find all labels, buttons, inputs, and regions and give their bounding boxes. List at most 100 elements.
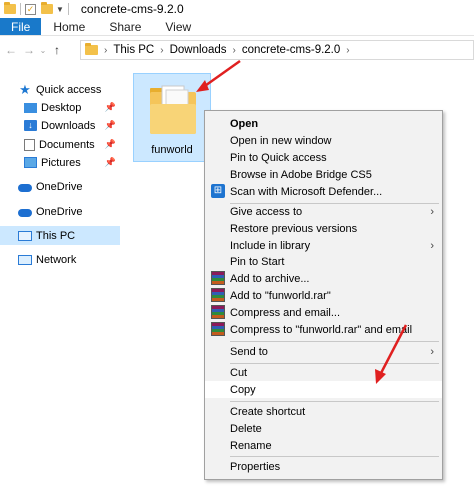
star-icon: ★ — [19, 81, 31, 97]
menu-separator — [230, 456, 439, 457]
menu-item-give-access[interactable]: Give access to › — [205, 203, 442, 220]
desktop-icon — [24, 102, 37, 113]
properties-icon[interactable]: ✓ — [25, 3, 36, 15]
pictures-icon — [24, 157, 37, 168]
chevron-right-icon: › — [430, 345, 434, 358]
menu-item-pin-start[interactable]: Pin to Start — [205, 253, 442, 270]
chevron-right-icon[interactable]: › — [233, 45, 236, 56]
folder-icon — [4, 2, 16, 14]
menu-separator — [230, 341, 439, 342]
folder-item[interactable]: funworld — [133, 73, 211, 162]
tab-view[interactable]: View — [153, 18, 203, 35]
nav-label: Network — [36, 253, 77, 266]
menu-item-add-rar[interactable]: Add to "funworld.rar" — [205, 287, 442, 304]
breadcrumb-downloads[interactable]: Downloads — [170, 44, 227, 56]
nav-onedrive-2[interactable]: OneDrive — [0, 202, 120, 221]
folder-icon — [150, 85, 196, 134]
back-arrow-icon[interactable]: ← — [2, 43, 20, 57]
tab-home[interactable]: Home — [41, 18, 97, 35]
menu-item-restore-versions[interactable]: Restore previous versions — [205, 220, 442, 237]
nav-onedrive-1[interactable]: OneDrive — [0, 177, 120, 196]
menu-item-add-archive[interactable]: Add to archive... — [205, 270, 442, 287]
menu-item-create-shortcut[interactable]: Create shortcut — [205, 403, 442, 420]
menu-label: Compress and email... — [230, 306, 341, 319]
menu-separator — [230, 401, 439, 402]
menu-item-compress-rar-email[interactable]: Compress to "funworld.rar" and email — [205, 321, 442, 338]
nav-label: Desktop — [41, 101, 82, 114]
menu-item-send-to[interactable]: Send to › — [205, 343, 442, 360]
breadcrumb-current-folder[interactable]: concrete-cms-9.2.0 — [242, 44, 340, 56]
winrar-icon — [211, 305, 225, 319]
menu-label: Send to — [230, 345, 268, 358]
divider — [67, 3, 69, 15]
menu-item-pin-quick-access[interactable]: Pin to Quick access — [205, 149, 442, 166]
folder-icon — [85, 43, 98, 55]
ribbon-tabs: File Home Share View — [0, 18, 474, 36]
cloud-icon — [18, 183, 32, 192]
document-icon — [24, 138, 35, 151]
winrar-icon — [211, 322, 225, 336]
nav-downloads[interactable]: ↓ Downloads 📌 — [0, 116, 120, 135]
menu-item-browse-bridge[interactable]: Browse in Adobe Bridge CS5 — [205, 166, 442, 183]
chevron-right-icon: › — [430, 205, 434, 218]
nav-label: OneDrive — [36, 205, 83, 218]
network-icon — [18, 254, 32, 265]
pin-icon[interactable]: 📌 — [105, 102, 116, 113]
breadcrumb-this-pc[interactable]: This PC — [113, 44, 154, 56]
menu-item-open[interactable]: Open — [205, 115, 442, 132]
winrar-icon — [211, 288, 225, 302]
new-folder-icon[interactable] — [41, 2, 53, 14]
pin-icon[interactable]: 📌 — [105, 157, 116, 168]
menu-item-open-new-window[interactable]: Open in new window — [205, 132, 442, 149]
nav-quick-access[interactable]: ★ Quick access — [0, 80, 120, 99]
menu-item-copy[interactable]: Copy — [205, 381, 442, 398]
navigation-pane: ★ Quick access Desktop 📌 ↓ Downloads 📌 D… — [0, 76, 120, 496]
menu-label: Add to archive... — [230, 272, 310, 285]
menu-item-delete[interactable]: Delete — [205, 420, 442, 437]
chevron-down-icon[interactable]: ⌄ — [38, 46, 48, 55]
menu-item-cut[interactable]: Cut — [205, 364, 442, 381]
cloud-icon — [18, 208, 32, 217]
winrar-icon — [211, 271, 225, 285]
nav-label: Pictures — [41, 156, 81, 169]
nav-label: Documents — [39, 138, 95, 151]
nav-this-pc[interactable]: This PC — [0, 226, 120, 245]
menu-label: Scan with Microsoft Defender... — [230, 185, 383, 198]
nav-network[interactable]: Network — [0, 250, 120, 269]
menu-label: Add to "funworld.rar" — [230, 289, 331, 302]
nav-pictures[interactable]: Pictures 📌 — [0, 153, 120, 172]
chevron-right-icon[interactable]: › — [160, 45, 163, 56]
menu-label: Give access to — [230, 205, 303, 218]
computer-icon — [18, 230, 32, 241]
chevron-right-icon[interactable]: › — [346, 45, 349, 56]
address-bar[interactable]: › This PC › Downloads › concrete-cms-9.2… — [80, 40, 474, 60]
defender-icon: ⊞ — [211, 184, 225, 198]
pin-icon[interactable]: 📌 — [105, 139, 116, 150]
menu-item-compress-email[interactable]: Compress and email... — [205, 304, 442, 321]
chevron-down-icon[interactable]: ▼ — [56, 5, 64, 14]
nav-label: Quick access — [36, 83, 102, 96]
context-menu: Open Open in new window Pin to Quick acc… — [204, 110, 443, 480]
nav-documents[interactable]: Documents 📌 — [0, 135, 120, 154]
up-arrow-icon[interactable]: ↑ — [48, 43, 66, 57]
divider — [20, 3, 21, 15]
forward-arrow-icon[interactable]: → — [20, 43, 38, 57]
menu-item-include-library[interactable]: Include in library › — [205, 237, 442, 254]
folder-name[interactable]: funworld — [134, 144, 210, 156]
tab-file[interactable]: File — [0, 18, 42, 35]
menu-label: Include in library — [230, 239, 311, 252]
nav-label: Downloads — [41, 119, 96, 132]
navigation-bar: ← → ⌄ ↑ › This PC › Downloads › concrete… — [0, 38, 474, 62]
window-title: concrete-cms-9.2.0 — [80, 2, 184, 16]
pin-icon[interactable]: 📌 — [105, 120, 116, 131]
menu-item-properties[interactable]: Properties — [205, 458, 442, 475]
menu-item-scan-defender[interactable]: ⊞ Scan with Microsoft Defender... — [205, 183, 442, 200]
menu-item-rename[interactable]: Rename — [205, 437, 442, 454]
download-icon: ↓ — [24, 120, 37, 131]
chevron-right-icon[interactable]: › — [104, 45, 107, 56]
nav-label: This PC — [36, 229, 76, 242]
chevron-right-icon: › — [430, 239, 434, 252]
tab-share[interactable]: Share — [97, 18, 153, 35]
nav-label: OneDrive — [36, 180, 83, 193]
nav-desktop[interactable]: Desktop 📌 — [0, 98, 120, 117]
